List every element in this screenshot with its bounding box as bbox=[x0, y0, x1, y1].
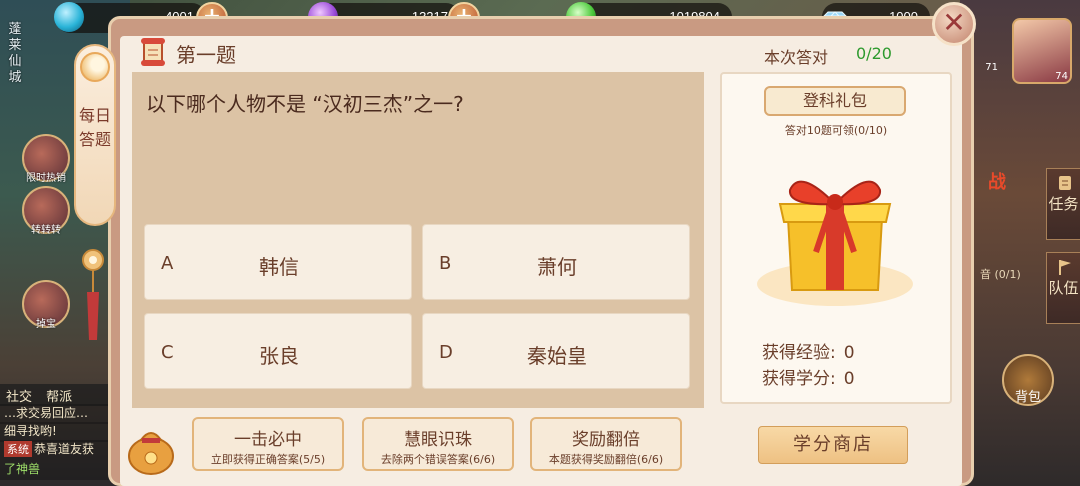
map-progress: 音 (0/1) bbox=[980, 268, 1021, 281]
system-message: 恭喜道友获 bbox=[34, 442, 95, 456]
side-tab-team-label: 队伍 bbox=[1048, 279, 1079, 297]
chat-line: 了神兽 bbox=[0, 460, 120, 480]
option-answer: 秦始皇 bbox=[527, 344, 587, 368]
chat-tab-social[interactable]: 社交 bbox=[6, 390, 32, 405]
score-reward-row: 获得学分: 0 bbox=[762, 364, 855, 389]
gift-box-icon[interactable] bbox=[750, 160, 920, 310]
close-button[interactable]: ✕ bbox=[932, 2, 976, 46]
double-reward-button[interactable]: 奖励翻倍 本题获得奖励翻倍(6/6) bbox=[530, 417, 682, 471]
scroll-icon bbox=[141, 38, 165, 66]
spin-wheel-icon[interactable]: 转转转 bbox=[22, 186, 70, 236]
option-a[interactable]: A 韩信 bbox=[144, 224, 412, 300]
system-message-2: 了神兽 bbox=[4, 462, 41, 476]
helper-desc: 本题获得奖励翻倍(6/6) bbox=[548, 453, 664, 466]
gift-pack-condition: 答对10题可领(0/10) bbox=[784, 124, 888, 137]
limited-sale-label: 限时热销 bbox=[26, 173, 66, 184]
option-answer: 萧何 bbox=[537, 255, 577, 279]
question-text: 以下哪个人物不是 “汉初三杰”之一? bbox=[146, 92, 464, 116]
instant-answer-button[interactable]: 一击必中 立即获得正确答案(5/5) bbox=[192, 417, 344, 471]
treasure-drop-icon[interactable]: 掉宝 bbox=[22, 280, 70, 330]
helper-name: 一击必中 bbox=[234, 430, 302, 450]
city-name: 蓬莱仙城 bbox=[8, 22, 22, 85]
system-tag: 系统 bbox=[4, 441, 32, 457]
score-label: 获得学分: bbox=[762, 369, 836, 389]
war-mark: 战 bbox=[988, 172, 1006, 193]
daily-quiz-tab[interactable]: 每日答题 bbox=[74, 44, 116, 226]
backpack-label: 背包 bbox=[1014, 390, 1041, 405]
exp-value: 0 bbox=[843, 343, 855, 363]
scroll-icon bbox=[1059, 176, 1071, 190]
daily-quiz-label: 每日答题 bbox=[78, 106, 111, 149]
score-value: 0 bbox=[843, 369, 855, 389]
side-tab-task-label: 任务 bbox=[1048, 195, 1079, 213]
helper-desc: 立即获得正确答案(5/5) bbox=[210, 453, 326, 466]
teammate-level: 71 bbox=[985, 62, 998, 73]
treasure-drop-label: 掉宝 bbox=[36, 319, 56, 330]
remove-wrong-answers-button[interactable]: 慧眼识珠 去除两个错误答案(6/6) bbox=[362, 417, 514, 471]
question-number-title: 第一题 bbox=[176, 43, 236, 67]
backpack-button[interactable]: 背包 bbox=[1002, 354, 1054, 406]
option-d[interactable]: D 秦始皇 bbox=[422, 313, 690, 389]
option-answer: 张良 bbox=[259, 344, 299, 368]
money-bag-icon bbox=[128, 432, 174, 475]
option-c[interactable]: C 张良 bbox=[144, 313, 412, 389]
side-tab-task[interactable]: 任务 bbox=[1046, 168, 1080, 240]
chat-line: …求交易回应… bbox=[0, 404, 120, 424]
flag-icon bbox=[1059, 260, 1071, 275]
spin-wheel-label: 转转转 bbox=[31, 225, 61, 236]
exp-reward-row: 获得经验: 0 bbox=[762, 338, 855, 363]
side-tab-team[interactable]: 队伍 bbox=[1046, 252, 1080, 324]
chat-line: 细寻找哟! bbox=[0, 422, 120, 442]
chat-tabs[interactable]: 社交 帮派 bbox=[0, 384, 120, 406]
chat-tab-guild[interactable]: 帮派 bbox=[46, 390, 72, 405]
player-level: 74 bbox=[1055, 71, 1068, 82]
score-shop-button[interactable]: 学分商店 bbox=[758, 426, 908, 464]
tassel-charm-icon bbox=[82, 249, 104, 340]
exp-label: 获得经验: bbox=[762, 343, 836, 363]
helper-desc: 去除两个错误答案(6/6) bbox=[380, 453, 496, 466]
limited-sale-icon[interactable]: 限时热销 bbox=[22, 134, 70, 184]
correct-count-label: 本次答对 bbox=[764, 48, 829, 67]
helper-name: 奖励翻倍 bbox=[572, 430, 640, 450]
option-answer: 韩信 bbox=[259, 255, 299, 279]
correct-count-value: 0/20 bbox=[856, 44, 892, 63]
moon-icon bbox=[80, 52, 110, 82]
helper-name: 慧眼识珠 bbox=[404, 430, 472, 450]
gift-pack-title: 登科礼包 bbox=[764, 86, 906, 116]
option-b[interactable]: B 萧何 bbox=[422, 224, 690, 300]
chat-system-line: 系统 恭喜道友获 bbox=[0, 440, 120, 460]
player-avatar[interactable]: 74 bbox=[1012, 18, 1072, 84]
blue-orb-icon bbox=[54, 2, 84, 32]
